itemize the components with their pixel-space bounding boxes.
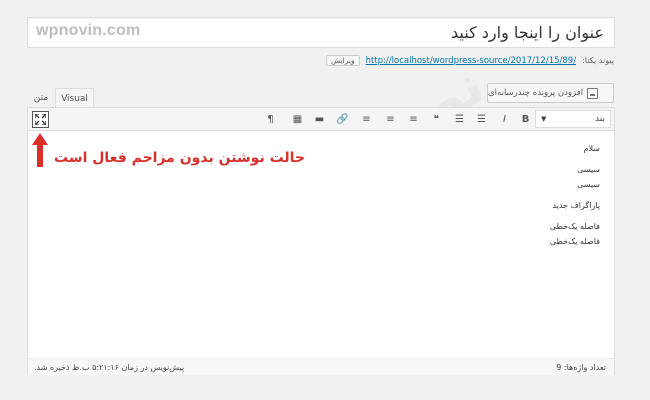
- bullet-list-icon[interactable]: ☰: [473, 111, 490, 128]
- blockquote-icon[interactable]: ❝: [428, 111, 445, 128]
- permalink-edit-button[interactable]: ویرایش: [326, 55, 360, 66]
- editor: ¶ ▦ ▬ 🔗 ≡ ≡ ≡ ❝ ☰ ☰ I B بند ▼ سلام سیسی سیسی پاراگراف …: [27, 107, 615, 375]
- word-count: تعداد واژه‌ها: 9: [556, 363, 606, 372]
- align-center-icon[interactable]: ≡: [382, 111, 399, 128]
- save-status: پیش‌نویس در زمان ۵:۲۱:۱۶ ب.ظ ذخیره شد.: [34, 363, 185, 372]
- up-arrow-icon: [32, 133, 48, 167]
- align-right-icon[interactable]: ≡: [358, 111, 375, 128]
- italic-icon[interactable]: I: [496, 111, 513, 128]
- insert-more-icon[interactable]: ▬: [311, 111, 328, 128]
- permalink: پیوند یکتا: http://localhost/wordpress-s…: [326, 55, 614, 66]
- fullscreen-icon[interactable]: [32, 111, 49, 128]
- status-bar: تعداد واژه‌ها: 9 پیش‌نویس در زمان ۵:۲۱:۱…: [28, 358, 614, 375]
- permalink-url[interactable]: http://localhost/wordpress-source/2017/1…: [366, 56, 576, 66]
- content-line: سیسی: [577, 165, 600, 174]
- title-input[interactable]: عنوان را اینجا وارد کنید: [451, 23, 604, 42]
- add-media-button[interactable]: افزودن پرونده چندرسانه‌ای: [487, 83, 614, 103]
- add-media-label: افزودن پرونده چندرسانه‌ای: [488, 88, 584, 98]
- chevron-down-icon: ▼: [541, 115, 547, 123]
- permalink-label: پیوند یکتا:: [582, 56, 614, 65]
- brand-logo: wpnovin.com: [36, 22, 141, 39]
- editor-toolbar: ¶ ▦ ▬ 🔗 ≡ ≡ ≡ ❝ ☰ ☰ I B بند ▼: [28, 108, 614, 131]
- tab-visual[interactable]: Visual: [55, 88, 94, 108]
- ordered-list-icon[interactable]: ☰: [451, 111, 468, 128]
- tab-text[interactable]: متن: [28, 88, 54, 108]
- editor-content[interactable]: سلام سیسی سیسی پاراگراف جدید فاصله یک‌خطی فاص…: [550, 143, 600, 251]
- content-line: پاراگراف جدید: [552, 201, 600, 210]
- toolbar-toggle-icon[interactable]: ▦: [289, 111, 306, 128]
- title-field[interactable]: wpnovin.com عنوان را اینجا وارد کنید: [27, 17, 615, 48]
- content-line: سلام: [583, 144, 600, 153]
- align-left-icon[interactable]: ≡: [405, 111, 422, 128]
- content-line: سیسی: [577, 180, 600, 189]
- format-selected: بند: [595, 114, 605, 124]
- annotation-note: حالت نوشتن بدون مزاحم فعال است: [54, 150, 306, 166]
- paragraph-icon[interactable]: ¶: [262, 111, 279, 128]
- link-icon[interactable]: 🔗: [334, 111, 351, 128]
- content-line: فاصله یک‌خطی: [549, 237, 600, 246]
- content-line: فاصله یک‌خطی: [549, 222, 600, 231]
- format-select[interactable]: بند ▼: [535, 110, 611, 128]
- bold-icon[interactable]: B: [517, 111, 534, 128]
- media-icon: [587, 87, 599, 99]
